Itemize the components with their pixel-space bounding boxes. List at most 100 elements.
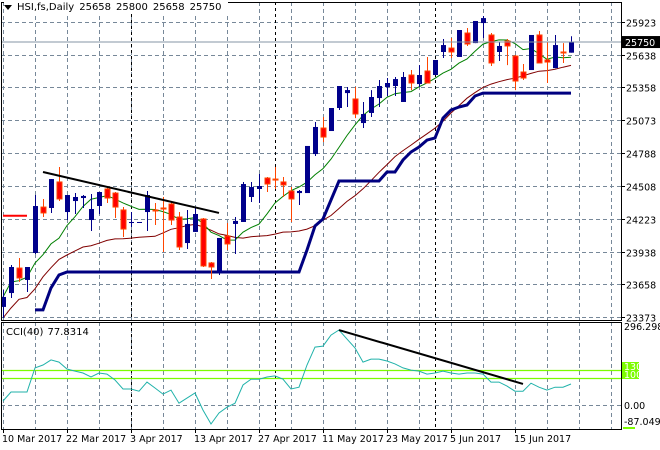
bearish-candle[interactable] bbox=[120, 209, 127, 230]
bullish-candle[interactable] bbox=[401, 76, 406, 102]
date-axis-label: 22 Mar 2017 bbox=[66, 434, 126, 445]
bearish-candle[interactable] bbox=[272, 178, 279, 181]
bullish-candle[interactable] bbox=[457, 30, 462, 57]
bullish-candle[interactable] bbox=[553, 45, 558, 69]
bullish-candle[interactable] bbox=[433, 59, 438, 76]
bullish-candle[interactable] bbox=[81, 195, 86, 199]
cci-value: 77.8314 bbox=[47, 327, 89, 338]
bearish-candle[interactable] bbox=[448, 47, 455, 53]
cci-name: CCI(40) bbox=[6, 327, 44, 338]
bullish-candle[interactable] bbox=[497, 45, 502, 52]
chart-title: HSI,fs,Daily 25658 25800 25658 25750 bbox=[4, 2, 229, 13]
bullish-candle[interactable] bbox=[361, 114, 366, 124]
bearish-candle[interactable] bbox=[352, 98, 359, 115]
bearish-candle[interactable] bbox=[544, 59, 551, 63]
bullish-candle[interactable] bbox=[297, 190, 302, 194]
bullish-candle[interactable] bbox=[137, 221, 142, 223]
bullish-candle[interactable] bbox=[9, 267, 14, 294]
bullish-candle[interactable] bbox=[65, 195, 70, 213]
bearish-candle[interactable] bbox=[424, 70, 431, 84]
cci-axis-label: -87.0498 bbox=[624, 417, 660, 428]
bearish-candle[interactable] bbox=[520, 71, 527, 79]
bearish-candle[interactable] bbox=[280, 181, 287, 186]
bearish-candle[interactable] bbox=[152, 209, 159, 212]
bullish-candle[interactable] bbox=[249, 187, 254, 197]
bullish-candle[interactable] bbox=[313, 126, 318, 155]
bullish-candle[interactable] bbox=[377, 86, 382, 99]
bullish-candle[interactable] bbox=[345, 90, 350, 94]
date-axis-label: 23 May 2017 bbox=[386, 434, 448, 445]
bullish-candle[interactable] bbox=[129, 221, 134, 224]
bearish-candle[interactable] bbox=[264, 177, 271, 185]
slow-moving-average-line bbox=[2, 64, 572, 319]
bearish-candle[interactable] bbox=[208, 262, 215, 268]
bullish-candle[interactable] bbox=[33, 206, 38, 253]
cci-line bbox=[2, 329, 572, 425]
bullish-candle[interactable] bbox=[25, 267, 30, 280]
open-value: 25658 bbox=[79, 2, 112, 13]
bullish-candle[interactable] bbox=[49, 179, 54, 208]
bearish-candle[interactable] bbox=[112, 192, 119, 208]
price-axis-label: 25358 bbox=[626, 84, 656, 95]
bearish-candle[interactable] bbox=[320, 127, 327, 138]
bearish-candle[interactable] bbox=[176, 216, 183, 248]
bullish-candle[interactable] bbox=[329, 108, 334, 132]
date-axis-label: 15 Jun 2017 bbox=[514, 434, 571, 445]
high-value: 25800 bbox=[116, 2, 148, 13]
price-axis-label: 24788 bbox=[626, 150, 656, 161]
bullish-candle[interactable] bbox=[257, 185, 262, 190]
date-axis-label: 27 Apr 2017 bbox=[258, 434, 317, 445]
bullish-candle[interactable] bbox=[233, 220, 238, 224]
bullish-candle[interactable] bbox=[385, 83, 390, 88]
bullish-candle[interactable] bbox=[193, 214, 198, 232]
bearish-candle[interactable] bbox=[168, 203, 175, 221]
bullish-candle[interactable] bbox=[417, 75, 422, 85]
bullish-candle[interactable] bbox=[529, 34, 534, 71]
bearish-candle[interactable] bbox=[560, 51, 567, 54]
date-axis-label: 5 Jun 2017 bbox=[450, 434, 501, 445]
bullish-candle[interactable] bbox=[305, 145, 310, 194]
bearish-candle[interactable] bbox=[488, 34, 495, 64]
cci-axis-label: 296.2986 bbox=[624, 322, 660, 333]
cci-trendline[interactable] bbox=[338, 329, 524, 385]
bullish-candle[interactable] bbox=[185, 223, 190, 244]
bearish-candle[interactable] bbox=[408, 74, 415, 84]
bullish-candle[interactable] bbox=[393, 79, 398, 87]
bullish-candle[interactable] bbox=[569, 42, 574, 53]
bullish-candle[interactable] bbox=[473, 20, 478, 44]
bullish-candle[interactable] bbox=[369, 97, 374, 113]
cci-axis-label: 100 bbox=[624, 370, 642, 381]
bullish-candle[interactable] bbox=[441, 45, 446, 52]
price-axis-label: 24508 bbox=[626, 183, 656, 194]
date-axis-label: 10 Mar 2017 bbox=[2, 434, 62, 445]
bearish-candle[interactable] bbox=[104, 188, 111, 199]
bearish-candle[interactable] bbox=[200, 218, 207, 267]
cci-indicator-label: CCI(40) 77.8314 bbox=[6, 327, 93, 338]
bullish-candle[interactable] bbox=[73, 196, 78, 202]
bearish-candle[interactable] bbox=[288, 190, 295, 200]
bullish-candle[interactable] bbox=[97, 192, 102, 207]
bearish-candle[interactable] bbox=[512, 55, 519, 82]
price-axis-label: 25923 bbox=[626, 19, 656, 30]
bearish-candle[interactable] bbox=[224, 235, 231, 245]
current-price-label: 25750 bbox=[625, 38, 655, 49]
bearish-candle[interactable] bbox=[16, 267, 23, 279]
bullish-candle[interactable] bbox=[241, 184, 246, 222]
date-axis-label: 11 May 2017 bbox=[322, 434, 384, 445]
price-axis-label: 23658 bbox=[626, 281, 656, 292]
cci-axis-label: 0.00 bbox=[624, 401, 645, 412]
chart-canvas[interactable]: 25923 25638 25358 25073 24788 24508 24223 23938… bbox=[0, 0, 660, 450]
triangle-down-icon[interactable] bbox=[4, 4, 12, 10]
bullish-candle[interactable] bbox=[217, 237, 222, 272]
bearish-candle[interactable] bbox=[160, 207, 167, 210]
bullish-candle[interactable] bbox=[337, 86, 342, 108]
symbol-label: HSI,fs,Daily bbox=[17, 2, 75, 13]
bearish-candle[interactable] bbox=[40, 206, 47, 214]
bullish-candle[interactable] bbox=[481, 18, 486, 24]
chart-window: 25923 25638 25358 25073 24788 24508 24223 23938… bbox=[0, 0, 660, 450]
bearish-candle[interactable] bbox=[536, 34, 543, 64]
bearish-candle[interactable] bbox=[56, 181, 63, 200]
cci-min-marker bbox=[623, 427, 635, 429]
price-axis-label: 25638 bbox=[626, 52, 656, 63]
bullish-candle[interactable] bbox=[89, 209, 94, 221]
